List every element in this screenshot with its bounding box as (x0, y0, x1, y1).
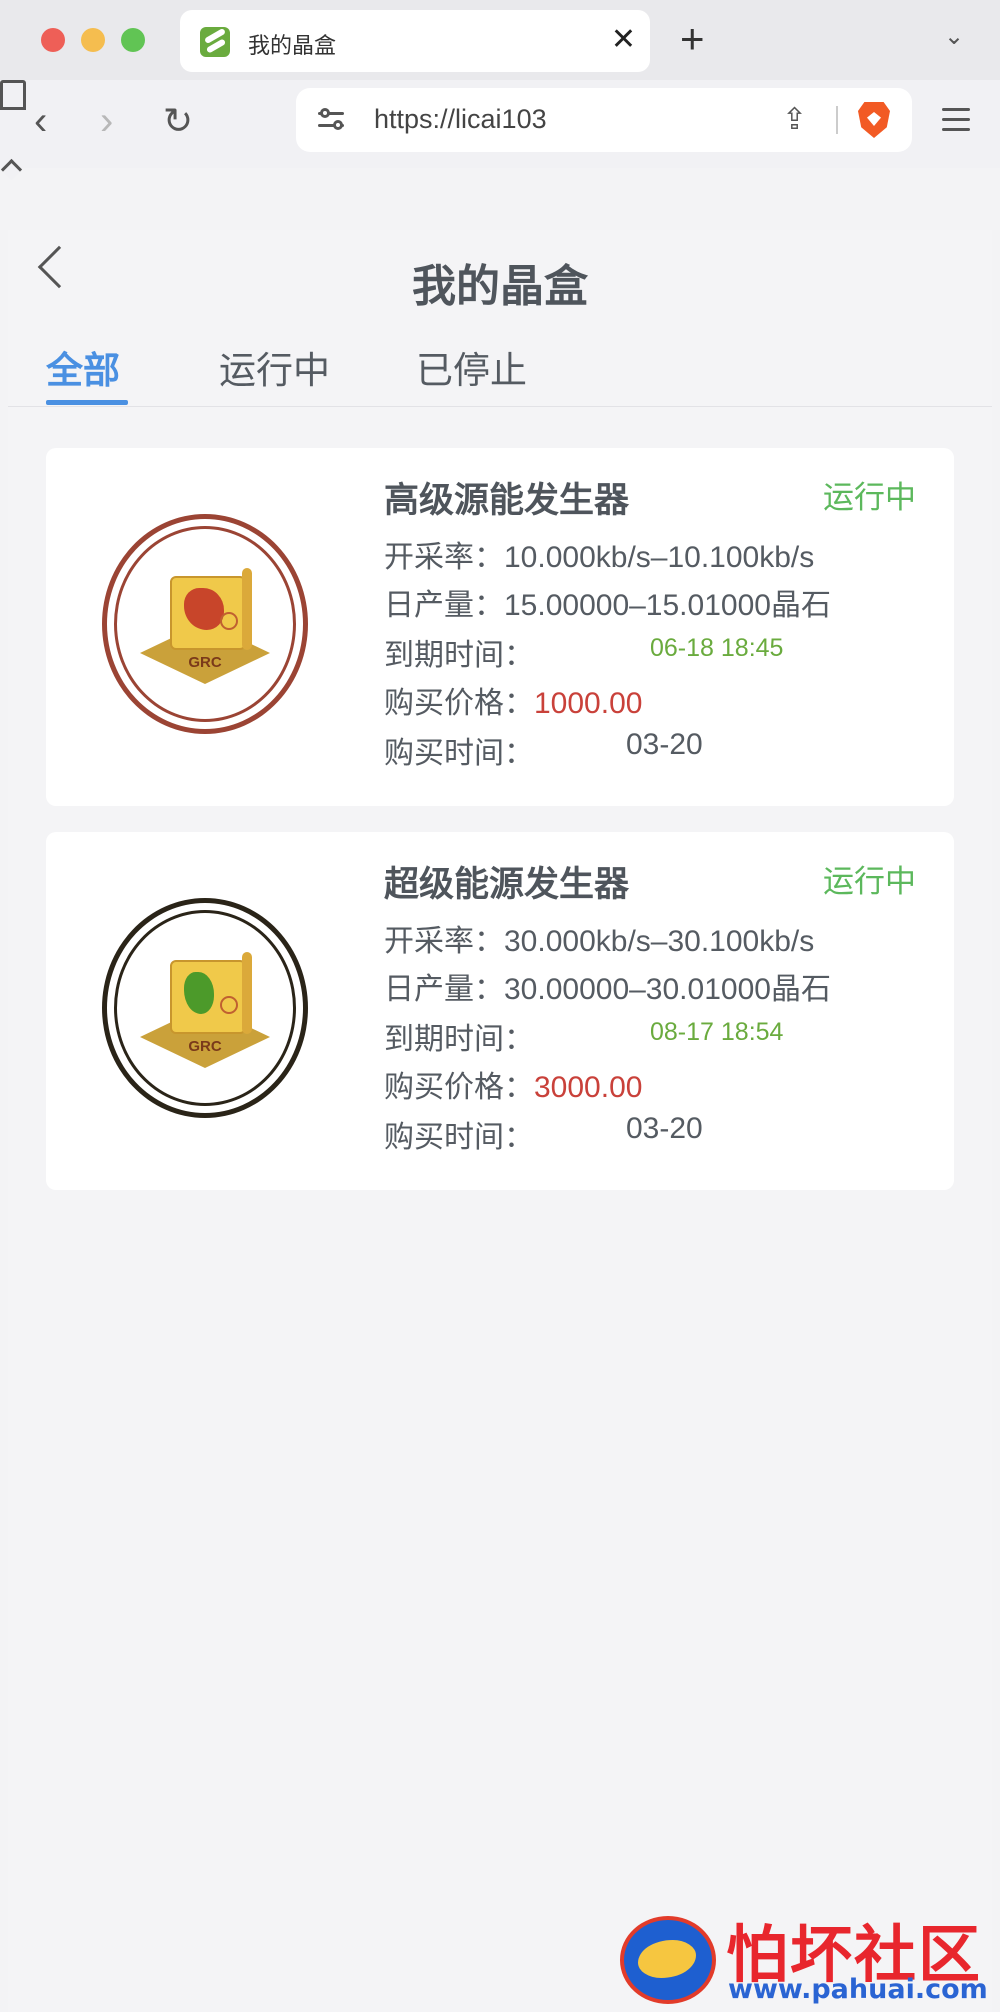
buy-time-row: 购买时间： (384, 1112, 534, 1156)
product-name: 高级源能发生器 (384, 481, 630, 520)
minimize-window-button[interactable] (81, 28, 105, 52)
browser-tab-bar: 我的晶盒 ✕ + ⌄ (0, 0, 1000, 80)
rate-label: 开采率： (384, 541, 504, 574)
page-header: 我的晶盒 (8, 230, 992, 311)
chevron-down-icon[interactable]: ⌄ (944, 22, 964, 51)
status-badge: 运行中 (823, 480, 916, 515)
expiry-row: 到期时间： (384, 630, 534, 674)
target-icon (220, 996, 238, 1014)
continent-shape (184, 588, 224, 630)
site-favicon-icon (200, 27, 230, 57)
url-text[interactable]: https://licai103 (374, 104, 547, 135)
badge-label: GRC (188, 654, 222, 671)
target-icon (220, 612, 238, 630)
price-row: 购买价格：3000.00 (384, 1062, 642, 1106)
expiry-value: 08-17 18:54 (650, 1018, 784, 1046)
daily-output-row: 日产量：30.00000–30.01000晶石 (384, 964, 831, 1008)
price-label: 购买价格： (384, 687, 534, 720)
tab-running[interactable]: 运行中 (219, 340, 330, 394)
price-label: 购买价格： (384, 1071, 534, 1104)
divider (8, 406, 992, 407)
buy-time-label: 购买时间： (384, 1121, 534, 1154)
daily-value: 15.00000–15.01000晶石 (504, 589, 831, 622)
tab-title: 我的晶盒 (248, 33, 337, 58)
forward-button[interactable]: › (100, 98, 113, 144)
status-badge: 运行中 (823, 864, 916, 899)
active-tab-indicator (46, 400, 128, 405)
maximize-window-button[interactable] (121, 28, 145, 52)
back-button[interactable]: ‹ (34, 98, 47, 144)
daily-value: 30.00000–30.01000晶石 (504, 973, 831, 1006)
rate-row: 开采率：30.000kb/s–30.100kb/s (384, 916, 814, 960)
badge-label: GRC (188, 1038, 222, 1055)
scroll-rod (242, 952, 252, 1034)
share-icon[interactable]: ⇪ (782, 102, 807, 137)
buy-time-value: 03-20 (626, 728, 703, 761)
buy-time-row: 购买时间： (384, 728, 534, 772)
daily-label: 日产量： (384, 973, 504, 1006)
filter-tabs: 全部 运行中 已停止 (8, 340, 992, 391)
expiry-label: 到期时间： (384, 1023, 534, 1056)
continent-shape (184, 972, 214, 1014)
close-window-button[interactable] (41, 28, 65, 52)
product-card[interactable]: GRC 高级源能发生器 运行中 开采率：10.000kb/s–10.100kb/… (46, 448, 954, 806)
daily-label: 日产量： (384, 589, 504, 622)
daily-output-row: 日产量：15.00000–15.01000晶石 (384, 580, 831, 624)
rate-value: 10.000kb/s–10.100kb/s (504, 541, 815, 574)
rate-label: 开采率： (384, 925, 504, 958)
tab-stopped[interactable]: 已停止 (416, 340, 527, 394)
reload-button[interactable]: ↻ (163, 98, 193, 144)
product-image: GRC (102, 514, 308, 734)
expiry-row: 到期时间： (384, 1014, 534, 1058)
site-settings-icon[interactable] (318, 108, 346, 132)
browser-tab[interactable]: 我的晶盒 ✕ (180, 10, 650, 72)
close-tab-icon[interactable]: ✕ (611, 22, 636, 58)
rate-value: 30.000kb/s–30.100kb/s (504, 925, 815, 958)
tab-all[interactable]: 全部 (46, 340, 120, 394)
scroll-rod (242, 568, 252, 650)
page-content: 我的晶盒 全部 运行中 已停止 GRC 高级源能发生器 运行中 开采率：10.0… (8, 230, 992, 2012)
product-image: GRC (102, 898, 308, 1118)
divider (836, 106, 838, 134)
watermark: 怕坏社区 www.pahuai.com (606, 1900, 1000, 2008)
new-tab-button[interactable]: + (680, 16, 705, 62)
expiry-label: 到期时间： (384, 639, 534, 672)
watermark-logo-icon (610, 1910, 720, 2006)
map-scroll-icon (170, 960, 246, 1034)
product-card[interactable]: GRC 超级能源发生器 运行中 开采率：30.000kb/s–30.100kb/… (46, 832, 954, 1190)
map-scroll-icon (170, 576, 246, 650)
buy-time-label: 购买时间： (384, 737, 534, 770)
rate-row: 开采率：10.000kb/s–10.100kb/s (384, 532, 814, 576)
browser-toolbar: ‹ › ↻ https://licai103 ⇪ (0, 80, 1000, 168)
expiry-value: 06-18 18:45 (650, 634, 784, 662)
price-row: 购买价格：1000.00 (384, 678, 642, 722)
bookmark-icon[interactable] (0, 80, 26, 110)
brave-shields-icon[interactable] (858, 102, 890, 138)
buy-time-value: 03-20 (626, 1112, 703, 1145)
watermark-url: www.pahuai.com (728, 1974, 988, 2005)
menu-icon[interactable] (942, 108, 970, 132)
page-title: 我的晶盒 (412, 262, 588, 311)
price-value: 1000.00 (534, 687, 643, 720)
product-name: 超级能源发生器 (384, 865, 630, 904)
price-value: 3000.00 (534, 1071, 643, 1104)
address-bar[interactable]: https://licai103 ⇪ (296, 88, 912, 152)
